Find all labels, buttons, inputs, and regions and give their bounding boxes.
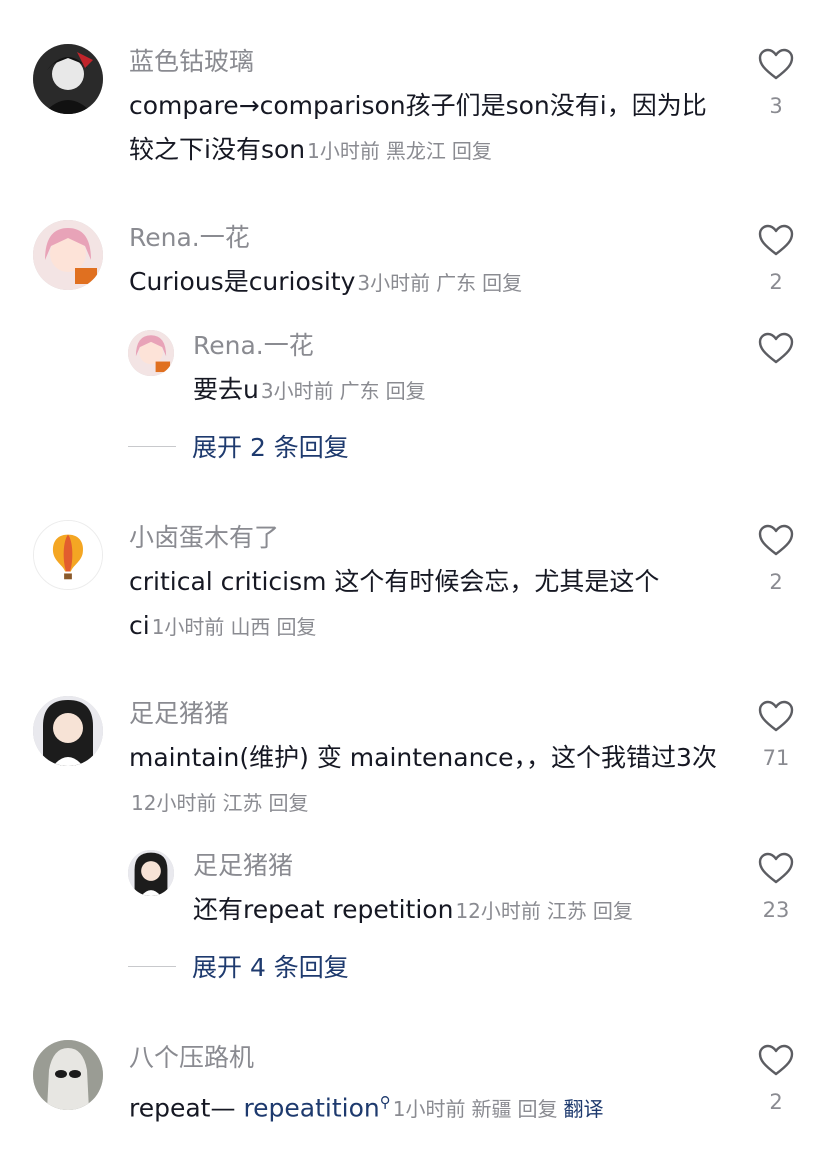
like-count: 71 xyxy=(762,746,790,770)
reply-button[interactable]: 回复 xyxy=(518,1097,558,1121)
avatar[interactable] xyxy=(33,220,103,290)
reply-button[interactable]: 回复 xyxy=(482,271,522,295)
like-button[interactable]: 2 xyxy=(752,524,800,594)
divider xyxy=(128,445,176,447)
comment-text: repeat— repeatition⚲ 1小时前 新疆 回复 翻译 xyxy=(129,1093,604,1123)
expand-replies-button[interactable]: 展开 4 条回复 xyxy=(128,946,349,986)
divider xyxy=(128,965,176,967)
avatar[interactable] xyxy=(128,330,174,376)
username[interactable]: 八个压路机 xyxy=(129,1042,254,1074)
avatar[interactable] xyxy=(33,44,103,114)
heart-outline-icon xyxy=(758,700,794,732)
heart-outline-icon xyxy=(758,1044,794,1076)
comment-meta: 3小时前 广东 回复 xyxy=(260,379,426,403)
comment-text: Curious是curiosity 3小时前 广东 回复 xyxy=(129,267,523,296)
like-button[interactable]: 71 xyxy=(752,700,800,770)
like-count: 23 xyxy=(762,898,790,922)
search-small-icon: ⚲ xyxy=(379,1093,391,1111)
expand-replies-label: 展开 4 条回复 xyxy=(192,953,349,982)
like-count: 2 xyxy=(769,570,783,594)
comment-text: 还有repeat repetition 12小时前 江苏 回复 xyxy=(193,895,633,924)
reply-button[interactable]: 回复 xyxy=(593,899,633,923)
keyword-search-link[interactable]: repeatition xyxy=(243,1093,379,1122)
like-count: 3 xyxy=(769,94,783,118)
comment-meta: 12小时前 江苏 回复 xyxy=(455,899,633,923)
comment-meta: 1小时前 新疆 回复 翻译 xyxy=(392,1097,604,1122)
username[interactable]: 小卤蛋木有了 xyxy=(129,522,279,554)
avatar[interactable] xyxy=(33,520,103,590)
comment-text: 要去u 3小时前 广东 回复 xyxy=(193,375,426,404)
translate-button[interactable]: 翻译 xyxy=(564,1097,604,1121)
reply-button[interactable]: 回复 xyxy=(452,139,492,163)
comment-text: maintain(维护) 变 maintenance，，这个我错过3次12小时前… xyxy=(129,743,717,815)
reply-button[interactable]: 回复 xyxy=(276,615,316,639)
like-button[interactable] xyxy=(752,332,800,364)
username[interactable]: 蓝色钴玻璃 xyxy=(129,46,254,78)
username[interactable]: Rena.一花 xyxy=(193,330,314,362)
heart-outline-icon xyxy=(758,224,794,256)
like-count: 2 xyxy=(769,270,783,294)
avatar[interactable] xyxy=(33,1040,103,1110)
heart-outline-icon xyxy=(758,852,794,884)
username[interactable]: Rena.一花 xyxy=(129,222,250,254)
comment-meta: 12小时前 江苏 回复 xyxy=(131,791,309,815)
like-button[interactable]: 2 xyxy=(752,1044,800,1114)
comment-text: critical criticism 这个有时候会忘，尤其是这个ci 1小时前 山西… xyxy=(129,567,660,640)
like-button[interactable]: 2 xyxy=(752,224,800,294)
reply-button[interactable]: 回复 xyxy=(386,379,426,403)
comment-meta: 1小时前 黑龙江 回复 xyxy=(307,139,492,163)
avatar[interactable] xyxy=(128,850,174,896)
like-button[interactable]: 3 xyxy=(752,48,800,118)
reply-button[interactable]: 回复 xyxy=(268,791,308,815)
expand-replies-button[interactable]: 展开 2 条回复 xyxy=(128,426,349,466)
like-count: 2 xyxy=(769,1090,783,1114)
heart-outline-icon xyxy=(758,48,794,80)
heart-outline-icon xyxy=(758,332,794,364)
comment-text: compare→comparison孩子们是son没有i，因为比较之下i没有so… xyxy=(129,91,707,164)
username[interactable]: 足足猪猪 xyxy=(129,698,229,730)
heart-outline-icon xyxy=(758,524,794,556)
comment-meta: 3小时前 广东 回复 xyxy=(357,271,523,295)
comment-meta: 1小时前 山西 回复 xyxy=(151,615,317,639)
like-button[interactable]: 23 xyxy=(752,852,800,922)
avatar[interactable] xyxy=(33,696,103,766)
expand-replies-label: 展开 2 条回复 xyxy=(192,433,349,462)
username[interactable]: 足足猪猪 xyxy=(193,850,293,882)
